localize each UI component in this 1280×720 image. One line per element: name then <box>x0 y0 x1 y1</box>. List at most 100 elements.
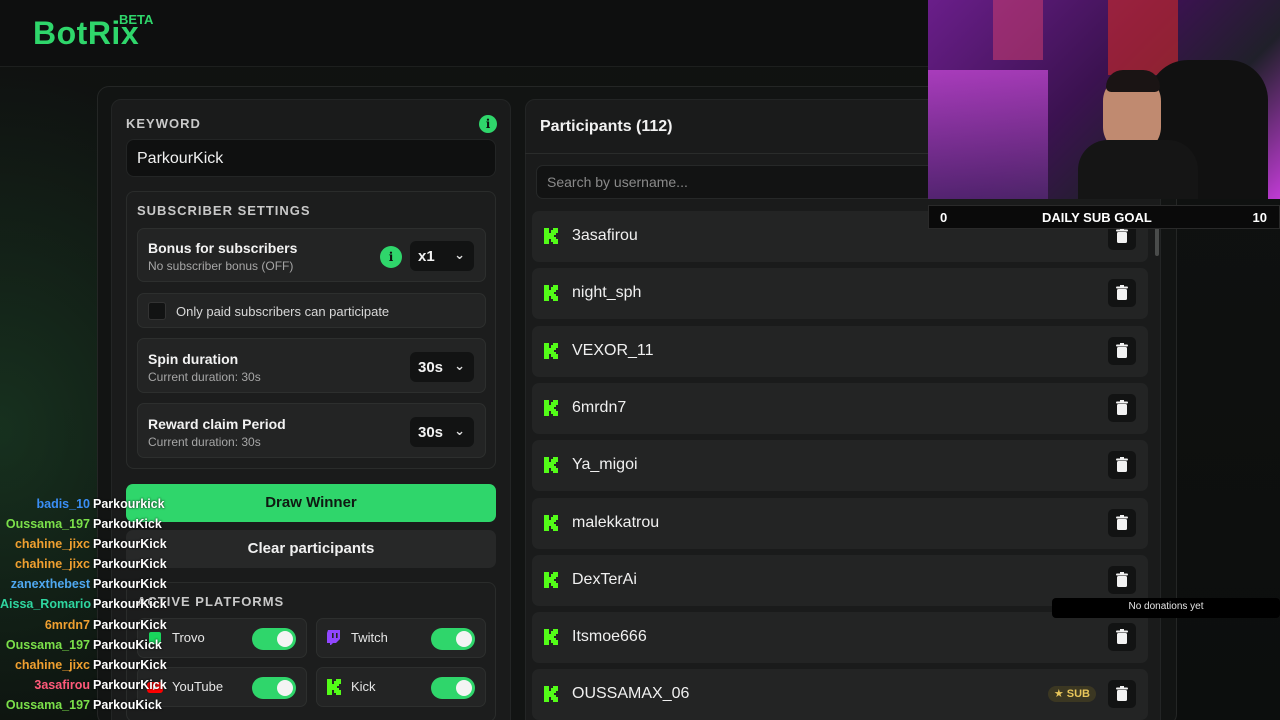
platform-card-kick: Kick <box>316 667 486 707</box>
chat-username: chahine_jixc <box>14 537 90 552</box>
sub-goal-label: DAILY SUB GOAL <box>1042 210 1152 225</box>
trash-icon <box>1108 342 1136 369</box>
participant-name: 6mrdn7 <box>572 398 627 416</box>
trash-icon <box>1108 457 1136 483</box>
kick-icon <box>542 342 560 360</box>
chat-message: chahine_jixc ParkourKick <box>0 537 200 557</box>
kick-icon <box>542 571 560 589</box>
trash-icon <box>1108 629 1136 655</box>
chat-text: ParkouKick <box>93 637 162 652</box>
participant-name: Itsmoe666 <box>572 628 647 646</box>
participant-row: night_sph <box>532 268 1148 320</box>
participant-name: 3asafirou <box>572 227 638 244</box>
chat-message: Aissa_Romario ParkourKick <box>0 597 200 617</box>
spin-duration-select[interactable]: 30s ⌄ <box>410 352 474 382</box>
chat-message: Oussama_197 ParkouKick <box>0 638 200 658</box>
info-icon[interactable]: i <box>479 115 497 133</box>
trash-icon <box>1108 285 1136 311</box>
bonus-info-icon[interactable]: i <box>380 246 402 268</box>
reward-period-row: Reward claim Period Current duration: 30… <box>137 403 486 458</box>
keyword-input[interactable]: ParkourKick <box>126 139 496 177</box>
participant-row: 6mrdn7 <box>532 382 1148 434</box>
chat-username: Oussama_197 <box>5 697 90 712</box>
delete-participant-button[interactable] <box>1108 508 1136 537</box>
participant-name: OUSSAMAX_06 <box>572 685 690 703</box>
daily-sub-goal-bar: 0 DAILY SUB GOAL 10 <box>928 205 1280 229</box>
participant-row: Itsmoe666 <box>532 612 1148 664</box>
chat-text: ParkourKick <box>93 557 167 572</box>
streamer-hair <box>1106 70 1160 92</box>
chat-username: 3asafirou <box>34 677 90 692</box>
chat-text: ParkourKick <box>93 597 167 612</box>
delete-participant-button[interactable] <box>1108 393 1136 422</box>
twitch-icon <box>327 630 340 645</box>
trovo-toggle[interactable] <box>252 628 296 650</box>
spin-duration-subtitle: Current duration: 30s <box>148 370 261 384</box>
chevron-down-icon: ⌄ <box>454 358 465 373</box>
beta-badge: BETA <box>119 12 154 27</box>
chat-text: ParkourKick <box>93 677 167 692</box>
spin-duration-value: 30s <box>418 359 444 376</box>
wall-poster <box>1108 0 1178 75</box>
participant-name: malekkatrou <box>572 513 660 531</box>
chevron-down-icon: ⌄ <box>454 423 465 438</box>
youtube-toggle[interactable] <box>252 677 296 699</box>
paid-only-row[interactable]: Only paid subscribers can participate <box>137 293 486 328</box>
kick-icon <box>542 399 560 417</box>
webcam-overlay <box>928 0 1280 199</box>
chat-text: ParkouKick <box>93 697 162 712</box>
spin-duration-row: Spin duration Current duration: 30s 30s … <box>137 338 486 393</box>
bonus-subtitle: No subscriber bonus (OFF) <box>148 259 294 273</box>
delete-participant-button[interactable] <box>1108 623 1136 652</box>
bonus-multiplier-select[interactable]: x1 ⌄ <box>410 241 474 271</box>
chat-message: Oussama_197 ParkouKick <box>0 517 200 537</box>
paid-only-checkbox[interactable] <box>148 302 166 320</box>
participant-row: VEXOR_11 <box>532 325 1148 377</box>
kick-icon <box>542 514 560 532</box>
delete-participant-button[interactable] <box>1108 279 1136 308</box>
chat-message: Oussama_197 ParkouKick <box>0 698 200 718</box>
sub-badge: ★ SUB <box>1047 686 1096 703</box>
chat-message: chahine_jixc ParkourKick <box>0 658 200 678</box>
bonus-multiplier-value: x1 <box>418 248 435 265</box>
participant-row: Ya_migoi <box>532 440 1148 492</box>
twitch-toggle[interactable] <box>431 628 475 650</box>
participant-name: Ya_migoi <box>572 456 638 474</box>
delete-participant-button[interactable] <box>1108 680 1136 709</box>
trash-icon <box>1108 571 1136 598</box>
participant-row: malekkatrou <box>532 497 1148 549</box>
kick-toggle[interactable] <box>431 677 475 699</box>
trash-icon <box>1108 514 1136 541</box>
chat-username: Aissa_Romario <box>0 597 92 612</box>
chat-username: chahine_jixc <box>14 657 90 672</box>
participants-title: Participants (112) <box>540 118 673 135</box>
wall-poster <box>993 0 1043 60</box>
chat-username: zanexthebest <box>10 577 90 592</box>
bonus-row: Bonus for subscribers No subscriber bonu… <box>137 228 486 282</box>
keyword-label: KEYWORD <box>126 116 201 131</box>
stream-chat-overlay: badis_10 Parkourkick Oussama_197 ParkouKick… <box>0 497 200 718</box>
chat-username: Oussama_197 <box>5 637 90 652</box>
participant-name: VEXOR_11 <box>572 341 654 359</box>
paid-only-label: Only paid subscribers can participate <box>176 304 390 319</box>
chat-message: 6mrdn7 ParkourKick <box>0 618 200 638</box>
delete-participant-button[interactable] <box>1108 451 1136 480</box>
delete-participant-button[interactable] <box>1108 336 1136 365</box>
chat-username: chahine_jixc <box>14 557 90 572</box>
participant-name: night_sph <box>572 284 642 302</box>
chat-text: Parkourkick <box>93 497 165 511</box>
chat-message: 3asafirou ParkourKick <box>0 678 200 698</box>
reward-period-subtitle: Current duration: 30s <box>148 435 261 449</box>
trash-icon <box>1108 228 1136 254</box>
delete-participant-button[interactable] <box>1108 565 1136 594</box>
reward-period-select[interactable]: 30s ⌄ <box>410 417 474 447</box>
platform-card-twitch: Twitch <box>316 618 486 658</box>
subscriber-settings-heading: SUBSCRIBER SETTINGS <box>137 203 311 218</box>
chat-username: badis_10 <box>36 497 90 511</box>
chat-username: Oussama_197 <box>5 517 90 532</box>
sub-goal-current: 0 <box>940 210 948 225</box>
bonus-title: Bonus for subscribers <box>148 240 298 256</box>
trash-icon <box>1108 686 1136 712</box>
spin-duration-title: Spin duration <box>148 351 239 367</box>
chat-text: ParkouKick <box>93 517 162 532</box>
